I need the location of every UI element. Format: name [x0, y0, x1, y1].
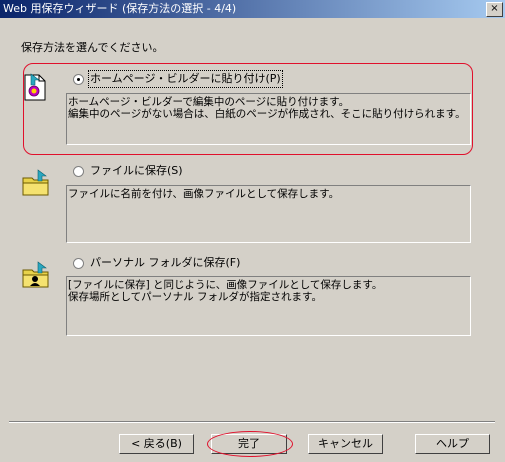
help-button[interactable]: ヘルプ	[415, 434, 490, 454]
option-personal-label[interactable]: パーソナル フォルダに保存(F)	[90, 256, 240, 270]
option-file-label[interactable]: ファイルに保存(S)	[90, 164, 183, 178]
instruction-text: 保存方法を選んでください。	[21, 41, 164, 54]
folder-icon	[21, 168, 51, 198]
title-bar: Web 用保存ウィザード (保存方法の選択 - 4/4) ×	[0, 0, 505, 18]
window-title: Web 用保存ウィザード (保存方法の選択 - 4/4)	[3, 2, 237, 15]
cancel-button[interactable]: キャンセル	[308, 434, 383, 454]
close-button[interactable]: ×	[486, 2, 503, 17]
option-file-description: ファイルに名前を付け、画像ファイルとして保存します。	[66, 185, 471, 243]
radio-unchecked-icon[interactable]	[73, 257, 84, 269]
red-highlight-finish	[207, 431, 293, 457]
button-separator	[9, 421, 495, 423]
option-personal-description: [ファイルに保存] と同じように、画像ファイルとして保存します。 保存場所として…	[66, 276, 471, 336]
red-highlight-option-paste	[23, 63, 473, 155]
back-button[interactable]: < 戻る(B)	[119, 434, 194, 454]
personal-folder-icon	[21, 260, 51, 290]
option-file-radio[interactable]: ファイルに保存(S)	[73, 164, 183, 178]
option-personal-radio[interactable]: パーソナル フォルダに保存(F)	[73, 256, 240, 270]
radio-unchecked-icon[interactable]	[73, 165, 84, 177]
